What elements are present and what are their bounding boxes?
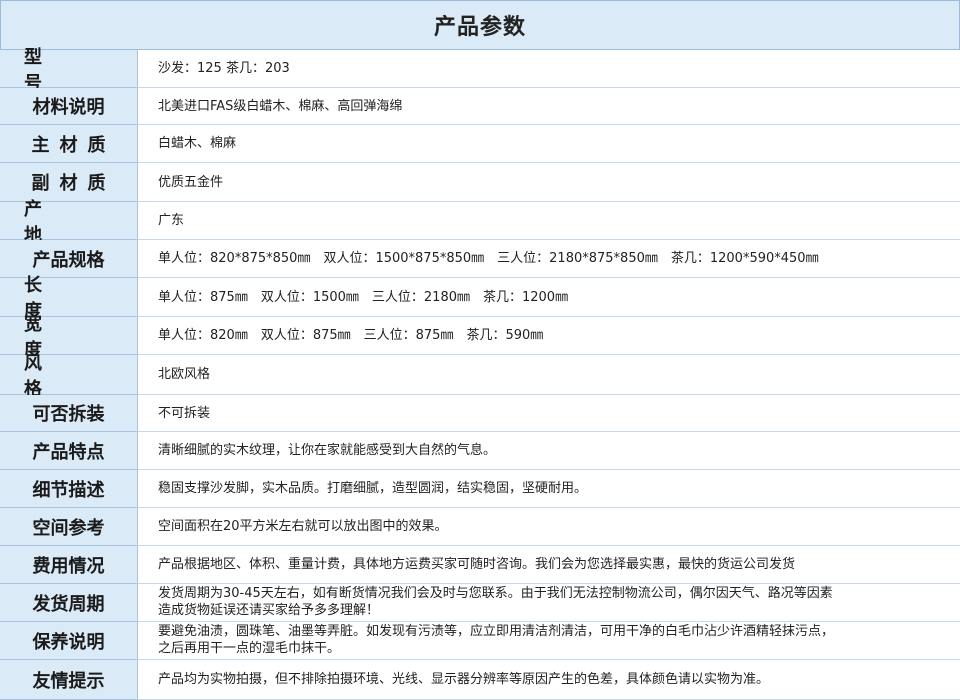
row-label: 可否拆装 bbox=[0, 395, 137, 432]
row-spec: 产品规格 单人位：820*875*850㎜ 双人位：1500*875*850㎜ … bbox=[0, 240, 960, 278]
row-value: 单人位：820㎜ 双人位：875㎜ 三人位：875㎜ 茶几：590㎜ bbox=[137, 317, 960, 355]
row-label: 风 格 bbox=[0, 353, 137, 400]
row-label: 费用情况 bbox=[0, 546, 137, 584]
row-label: 型 号 bbox=[0, 47, 137, 94]
row-value: 广东 bbox=[137, 202, 960, 240]
row-value: 不可拆装 bbox=[137, 395, 960, 432]
row-value: 北欧风格 bbox=[137, 355, 960, 395]
table-title: 产品参数 bbox=[433, 15, 526, 40]
row-value: 北美进口FAS级白蜡木、棉麻、高回弹海绵 bbox=[137, 88, 960, 125]
row-value: 稳固支撑沙发脚，实木品质。打磨细腻，造型圆润，结实稳固，坚硬耐用。 bbox=[137, 470, 960, 508]
table-header: 产品参数 bbox=[0, 0, 960, 50]
row-value: 沙发：125 茶几：203 bbox=[137, 50, 960, 88]
row-style: 风 格 北欧风格 bbox=[0, 353, 960, 400]
row-value: 单人位：820*875*850㎜ 双人位：1500*875*850㎜ 三人位：2… bbox=[137, 240, 960, 278]
row-tips: 友情提示 产品均为实物拍摄，但不排除拍摄环境、光线、显示器分辨率等原因产生的色差… bbox=[0, 660, 960, 700]
row-main-material: 主材质 白蜡木、棉麻 bbox=[0, 125, 960, 163]
row-material-desc: 材料说明 北美进口FAS级白蜡木、棉麻、高回弹海绵 bbox=[0, 88, 960, 125]
row-space: 空间参考 空间面积在20平方米左右就可以放出图中的效果。 bbox=[0, 508, 960, 546]
row-label: 产品特点 bbox=[0, 432, 137, 470]
row-origin: 产 地 广东 bbox=[0, 199, 960, 246]
row-label: 细节描述 bbox=[0, 470, 137, 508]
row-maintenance: 保养说明 要避免油渍，圆珠笔、油墨等弄脏。如发现有污渍等，应立即用清洁剂清洁，可… bbox=[0, 622, 960, 660]
product-params-table: 产品参数 型 号 沙发：125 茶几：203 材料说明 北美进口FAS级白蜡木、… bbox=[0, 0, 960, 700]
row-value: 单人位：875㎜ 双人位：1500㎜ 三人位：2180㎜ 茶几：1200㎜ bbox=[137, 278, 960, 317]
row-value: 空间面积在20平方米左右就可以放出图中的效果。 bbox=[137, 508, 960, 546]
row-detachable: 可否拆装 不可拆装 bbox=[0, 395, 960, 432]
row-value: 要避免油渍，圆珠笔、油墨等弄脏。如发现有污渍等，应立即用清洁剂清洁，可用干净的白… bbox=[137, 622, 960, 660]
row-value: 清晰细腻的实木纹理，让你在家就能感受到大自然的气息。 bbox=[137, 432, 960, 470]
row-label: 发货周期 bbox=[0, 584, 137, 622]
row-value: 产品均为实物拍摄，但不排除拍摄环境、光线、显示器分辨率等原因产生的色差，具体颜色… bbox=[137, 660, 960, 700]
row-value: 产品根据地区、体积、重量计费，具体地方运费买家可随时咨询。我们会为您选择最实惠，… bbox=[137, 546, 960, 584]
row-features: 产品特点 清晰细腻的实木纹理，让你在家就能感受到大自然的气息。 bbox=[0, 432, 960, 470]
row-label: 空间参考 bbox=[0, 508, 137, 546]
row-details: 细节描述 稳固支撑沙发脚，实木品质。打磨细腻，造型圆润，结实稳固，坚硬耐用。 bbox=[0, 470, 960, 508]
row-value: 白蜡木、棉麻 bbox=[137, 125, 960, 163]
row-value: 优质五金件 bbox=[137, 163, 960, 202]
row-cost: 费用情况 产品根据地区、体积、重量计费，具体地方运费买家可随时咨询。我们会为您选… bbox=[0, 546, 960, 584]
row-label: 友情提示 bbox=[0, 660, 137, 700]
row-label: 主材质 bbox=[0, 125, 137, 163]
row-label: 材料说明 bbox=[0, 88, 137, 125]
row-value: 发货周期为30-45天左右，如有断货情况我们会及时与您联系。由于我们无法控制物流… bbox=[137, 584, 960, 622]
row-label: 产 地 bbox=[0, 199, 137, 246]
row-width: 宽 度 单人位：820㎜ 双人位：875㎜ 三人位：875㎜ 茶几：590㎜ bbox=[0, 314, 960, 361]
row-length: 长 度 单人位：875㎜ 双人位：1500㎜ 三人位：2180㎜ 茶几：1200… bbox=[0, 275, 960, 322]
row-label: 保养说明 bbox=[0, 622, 137, 660]
row-model: 型 号 沙发：125 茶几：203 bbox=[0, 47, 960, 94]
row-sub-material: 副材质 优质五金件 bbox=[0, 163, 960, 202]
row-shipping: 发货周期 发货周期为30-45天左右，如有断货情况我们会及时与您联系。由于我们无… bbox=[0, 584, 960, 622]
